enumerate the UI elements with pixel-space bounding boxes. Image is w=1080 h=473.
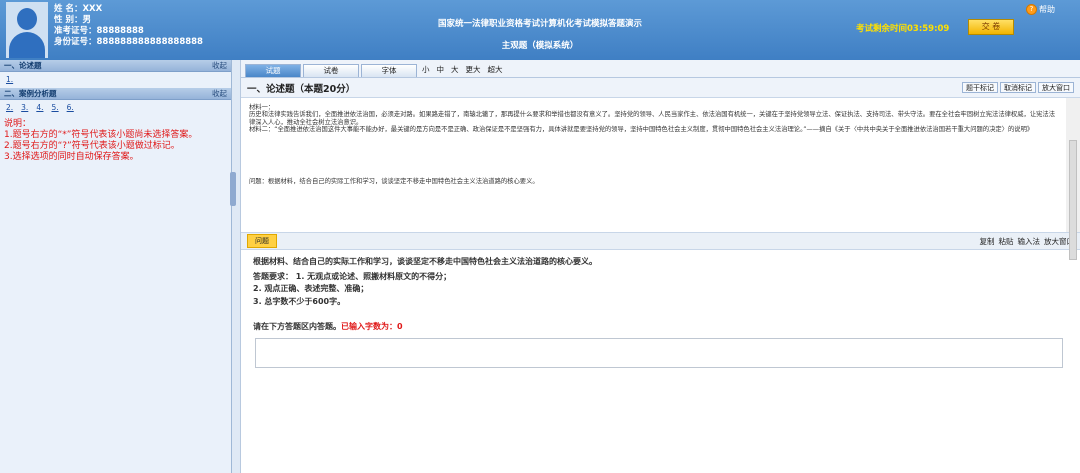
paste-button[interactable]: 粘贴 <box>999 236 1014 247</box>
essay-question-list: 1. <box>0 72 231 88</box>
font-size-xlarge[interactable]: 超大 <box>488 64 503 75</box>
question-link-5[interactable]: 5. <box>51 103 58 113</box>
font-size-large[interactable]: 大 <box>451 64 459 75</box>
question-title: 一、论述题（本题20分） <box>247 83 356 95</box>
font-size-medium[interactable]: 中 <box>437 64 445 75</box>
candidate-id: 身份证号：888888888888888888 <box>54 37 203 47</box>
answer-input[interactable] <box>255 338 1063 368</box>
requirements: 答题要求： 1. 无观点或论述、照搬材料原文的不得分； 2. 观点正确、表述完整… <box>253 271 452 306</box>
avatar <box>6 2 48 58</box>
question-link-1[interactable]: 1. <box>6 75 13 85</box>
question-link-4[interactable]: 4. <box>36 103 43 113</box>
unmark-button[interactable]: 取消标记 <box>1000 82 1036 93</box>
material-area: 材料一： 历史和法律实践告诉我们，全面推进依法治国，必须走对路。如果路走错了，南… <box>241 98 1080 232</box>
avatar-head <box>17 8 37 30</box>
tab-question[interactable]: 试题 <box>245 64 301 77</box>
word-count: 已输入字数为：0 <box>341 322 403 331</box>
help-icon: ? <box>1026 4 1037 15</box>
help-button[interactable]: ? 帮助 <box>1026 4 1055 15</box>
view-toolbar: 试题 试卷 字体 小 中 大 更大 超大 <box>241 60 1080 78</box>
avatar-body <box>9 32 45 58</box>
question-link-6[interactable]: 6. <box>67 103 74 113</box>
question-link-3[interactable]: 3. <box>21 103 28 113</box>
mark-button[interactable]: 题干标记 <box>962 82 998 93</box>
material-question: 问题：根据材料，结合自己的实际工作和学习，谈谈坚定不移走中国特色社会主义法治道路… <box>249 177 539 185</box>
question-text: 根据材料、结合自己的实际工作和学习，谈谈坚定不移走中国特色社会主义法治道路的核心… <box>253 257 597 266</box>
tab-paper[interactable]: 试卷 <box>303 64 359 77</box>
question-navigator: 一、论述题 收起 1. 二、案例分析题 收起 2. 3. 4. 5. 6. 说明… <box>0 60 232 473</box>
material-paragraph-1: 历史和法律实践告诉我们，全面推进依法治国，必须走对路。如果路走错了，南辕北辙了，… <box>249 111 1055 126</box>
instructions: 说明： 1.题号右方的“*”符号代表该小题尚未选择答案。 2.题号右方的“?”符… <box>4 119 198 162</box>
answer-toolbar: 问题 复制 粘贴 输入法 放大窗口 <box>241 232 1080 250</box>
exam-header: 姓 名：XXX 性 别：男 准考证号：88888888 身份证号：8888888… <box>0 0 1080 60</box>
font-size-options: 小 中 大 更大 超大 <box>422 64 503 77</box>
candidate-info: 姓 名：XXX 性 别：男 准考证号：88888888 身份证号：8888888… <box>54 4 203 48</box>
tab-font[interactable]: 字体 <box>361 64 417 77</box>
exam-title: 国家统一法律职业资格考试计算机化考试模拟答题演示 <box>437 19 642 29</box>
candidate-ticket: 准考证号：88888888 <box>54 26 144 36</box>
question-header: 一、论述题（本题20分） 题干标记 取消标记 放大窗口 <box>241 78 1080 98</box>
exam-subtitle: 主观题（模拟系统） <box>501 41 579 51</box>
candidate-name: 姓 名：XXX <box>54 4 103 14</box>
section-case-header: 二、案例分析题 收起 <box>0 88 231 100</box>
material-tools: 题干标记 取消标记 放大窗口 <box>962 82 1074 93</box>
font-size-larger[interactable]: 更大 <box>466 64 481 75</box>
question-link-2[interactable]: 2. <box>6 103 13 113</box>
collapse-essay-button[interactable]: 收起 <box>212 60 227 71</box>
sidebar-toggle-handle[interactable] <box>230 172 236 206</box>
submit-button[interactable]: 交 卷 <box>968 19 1014 35</box>
question-panel: 试题 试卷 字体 小 中 大 更大 超大 一、论述题（本题20分） 题干标记 取… <box>240 60 1080 473</box>
copy-button[interactable]: 复制 <box>980 236 995 247</box>
answer-tab[interactable]: 问题 <box>247 234 277 248</box>
exam-titles: 国家统一法律职业资格考试计算机化考试模拟答题演示 主观题（模拟系统） <box>360 13 720 57</box>
candidate-gender: 性 别：男 <box>54 15 91 25</box>
collapse-case-button[interactable]: 收起 <box>212 88 227 99</box>
question-body: 根据材料、结合自己的实际工作和学习，谈谈坚定不移走中国特色社会主义法治道路的核心… <box>241 250 1080 340</box>
section-essay-header: 一、论述题 收起 <box>0 60 231 72</box>
enlarge-window-button[interactable]: 放大窗口 <box>1038 82 1074 93</box>
font-size-small[interactable]: 小 <box>422 64 430 75</box>
answer-prompt: 请在下方答题区内答题。已输入字数为：0 <box>253 322 403 331</box>
answer-tools: 复制 粘贴 输入法 放大窗口 <box>980 236 1075 247</box>
input-method-button[interactable]: 输入法 <box>1018 236 1041 247</box>
countdown-timer: 考试剩余时间03:59:09 <box>856 24 950 34</box>
case-question-list: 2. 3. 4. 5. 6. <box>0 100 231 116</box>
material-paragraph-2: 材料二：“全面推进依法治国这件大事能不能办好，最关键的是方向是不是正确、政治保证… <box>249 126 1034 134</box>
material-scrollbar[interactable] <box>1069 140 1077 260</box>
